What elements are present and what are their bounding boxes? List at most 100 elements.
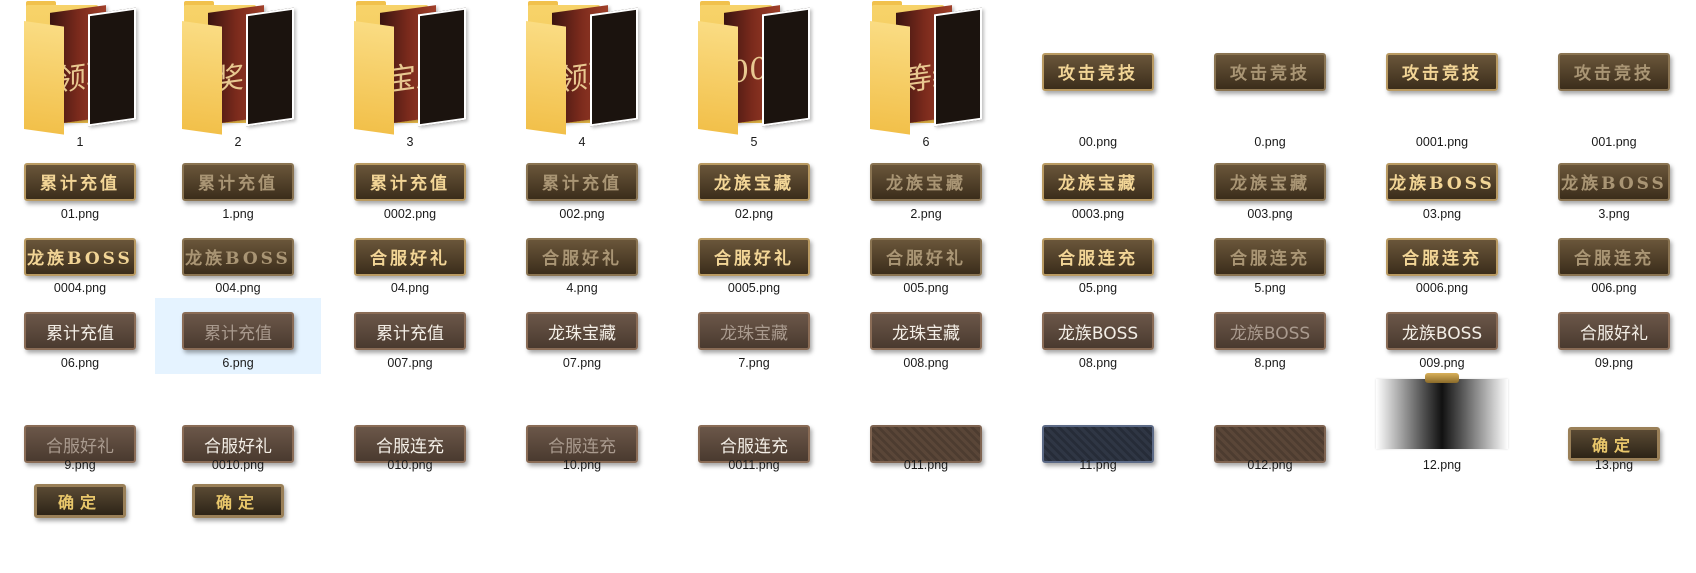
file-name-label: 04.png [390, 281, 430, 295]
button-image: 累计充值 [182, 162, 294, 201]
button-image: 龙族BOSS [24, 237, 136, 276]
image-thumbnail: 合服好礼 [1531, 298, 1696, 358]
image-thumbnail: 龙族宝藏 [1187, 148, 1353, 209]
button-image: 累计充值 [182, 312, 294, 350]
image-thumbnail: 龙珠宝藏 [843, 298, 1009, 358]
file-name-label: 010.png [387, 458, 433, 472]
file-item[interactable]: 龙族BOSS 0004.png [0, 224, 163, 299]
button-image: 确定 [34, 484, 126, 518]
file-grid: 领取 1 奖 2 宝库 3 领取 4 00 5 等级 6 攻击竞技 00.png 攻击竞技 0.png 攻击竞技… [0, 0, 1696, 573]
file-item[interactable]: 合服好礼 005.png [843, 224, 1009, 299]
button-image: 龙族BOSS [1386, 162, 1498, 201]
button-image: 累计充值 [526, 162, 638, 201]
image-thumbnail: 攻击竞技 [1015, 0, 1181, 137]
folder-item[interactable]: 宝库 3 [327, 0, 493, 153]
file-item[interactable]: 合服好礼 4.png [499, 224, 665, 299]
button-image: 合服好礼 [526, 237, 638, 276]
file-item[interactable]: 合服好礼 0005.png [671, 224, 837, 299]
image-thumbnail: 龙珠宝藏 [671, 298, 837, 358]
button-image: 合服连充 [1386, 237, 1498, 276]
file-item[interactable]: 累计充值 01.png [0, 148, 163, 225]
button-image: 攻击竞技 [1558, 52, 1670, 91]
file-name-label: 0004.png [53, 281, 107, 295]
file-item[interactable]: 龙珠宝藏 07.png [499, 298, 665, 374]
file-item[interactable]: 合服好礼 0010.png [155, 374, 321, 476]
file-item[interactable]: 攻击竞技 001.png [1531, 0, 1696, 153]
file-item[interactable]: 龙珠宝藏 7.png [671, 298, 837, 374]
folder-item[interactable]: 等级 6 [843, 0, 1009, 153]
file-item[interactable]: 龙族宝藏 02.png [671, 148, 837, 225]
file-item[interactable]: 合服好礼 09.png [1531, 298, 1696, 374]
button-image: 确定 [192, 484, 284, 518]
file-item[interactable]: 确定 [0, 474, 163, 538]
file-name-label: 13.png [1594, 458, 1634, 472]
button-image: 确定 [1568, 427, 1660, 461]
file-item[interactable]: 龙珠宝藏 008.png [843, 298, 1009, 374]
file-item[interactable]: 攻击竞技 00.png [1015, 0, 1181, 153]
file-name-label: 6 [922, 135, 930, 149]
file-name-label: 005.png [903, 281, 949, 295]
file-item[interactable]: 攻击竞技 0.png [1187, 0, 1353, 153]
button-image: 龙族BOSS [1042, 312, 1154, 350]
file-name-label: 7.png [738, 356, 770, 370]
file-item[interactable]: 12.png [1359, 373, 1525, 476]
button-image: 合服连充 [1214, 237, 1326, 276]
file-name-label: 12.png [1422, 458, 1462, 472]
file-item[interactable]: 龙族BOSS 8.png [1187, 298, 1353, 374]
file-item[interactable]: 累计充值 0002.png [327, 148, 493, 225]
image-thumbnail: 攻击竞技 [1359, 0, 1525, 137]
file-item[interactable]: 合服连充 0011.png [671, 374, 837, 476]
file-name-label: 2 [234, 135, 242, 149]
file-item[interactable]: 确定 [155, 474, 321, 538]
file-item[interactable]: 确定 13.png [1531, 374, 1696, 476]
file-item[interactable]: 合服连充 0006.png [1359, 224, 1525, 299]
image-thumbnail: 龙族BOSS [0, 224, 163, 283]
file-item[interactable]: 合服连充 05.png [1015, 224, 1181, 299]
file-item[interactable]: 11.png [1015, 374, 1181, 476]
file-item[interactable]: 合服连充 5.png [1187, 224, 1353, 299]
file-item[interactable]: 累计充值 007.png [327, 298, 493, 374]
button-image: 累计充值 [354, 162, 466, 201]
folder-icon: 00 [671, 0, 837, 135]
folder-item[interactable]: 领取 1 [0, 0, 163, 153]
file-item[interactable]: 龙族BOSS 004.png [155, 224, 321, 299]
folder-item[interactable]: 领取 4 [499, 0, 665, 153]
button-image: 攻击竞技 [1042, 52, 1154, 91]
file-item[interactable]: 累计充值 1.png [155, 148, 321, 225]
file-name-label: 0001.png [1415, 135, 1469, 149]
file-item[interactable]: 合服连充 006.png [1531, 224, 1696, 299]
file-item[interactable]: 累计充值 6.png [155, 298, 321, 374]
file-name-label: 1.png [222, 207, 254, 221]
file-item[interactable]: 累计充值 06.png [0, 298, 163, 374]
file-name-label: 0005.png [727, 281, 781, 295]
file-name-label: 00.png [1078, 135, 1118, 149]
file-item[interactable]: 合服连充 10.png [499, 374, 665, 476]
image-thumbnail: 龙族宝藏 [1015, 148, 1181, 209]
file-item[interactable]: 龙族BOSS 08.png [1015, 298, 1181, 374]
image-thumbnail: 合服连充 [1359, 224, 1525, 283]
file-name-label: 001.png [1591, 135, 1637, 149]
file-name-label: 0006.png [1415, 281, 1469, 295]
folder-item[interactable]: 奖2 [155, 0, 321, 153]
image-thumbnail: 累计充值 [0, 298, 163, 358]
button-image: 合服连充 [1558, 237, 1670, 276]
file-item[interactable]: 龙族BOSS 009.png [1359, 298, 1525, 374]
file-item[interactable]: 012.png [1187, 374, 1353, 476]
file-item[interactable]: 合服好礼 9.png [0, 374, 163, 476]
file-item[interactable]: 龙族宝藏 003.png [1187, 148, 1353, 225]
file-item[interactable]: 攻击竞技 0001.png [1359, 0, 1525, 153]
file-item[interactable]: 011.png [843, 374, 1009, 476]
file-item[interactable]: 合服好礼 04.png [327, 224, 493, 299]
file-name-label: 9.png [64, 458, 96, 472]
file-name-label: 006.png [1591, 281, 1637, 295]
file-item[interactable]: 合服连充 010.png [327, 374, 493, 476]
folder-icon: 领取 [0, 0, 163, 135]
image-thumbnail [1359, 373, 1525, 454]
file-item[interactable]: 累计充值 002.png [499, 148, 665, 225]
file-item[interactable]: 龙族BOSS 03.png [1359, 148, 1525, 225]
image-thumbnail: 龙族BOSS [1359, 148, 1525, 209]
file-item[interactable]: 龙族宝藏 0003.png [1015, 148, 1181, 225]
folder-item[interactable]: 00 5 [671, 0, 837, 153]
file-item[interactable]: 龙族BOSS 3.png [1531, 148, 1696, 225]
file-item[interactable]: 龙族宝藏 2.png [843, 148, 1009, 225]
